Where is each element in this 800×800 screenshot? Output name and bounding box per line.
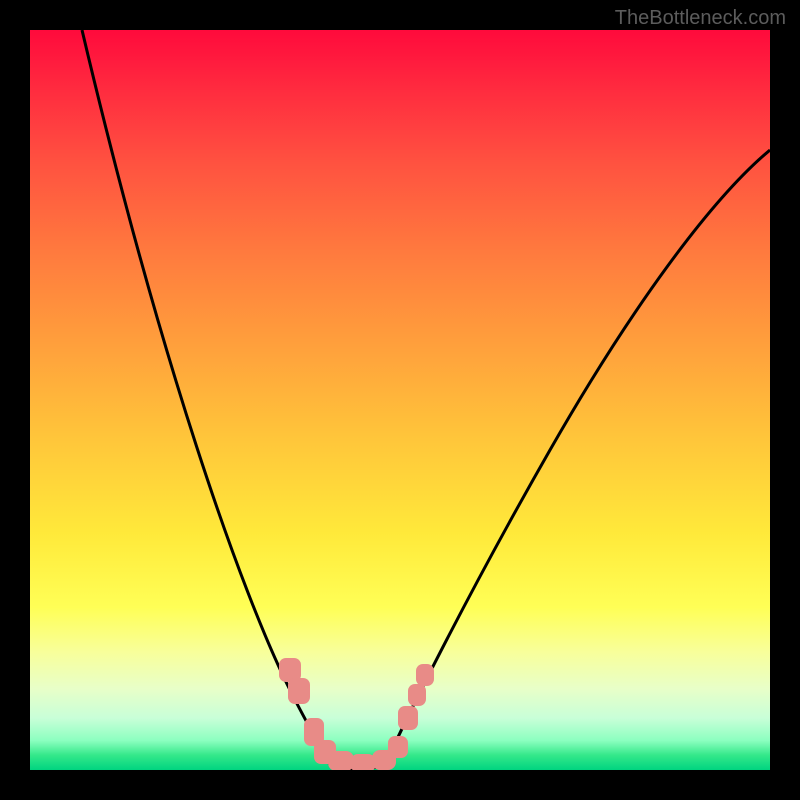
data-marker <box>388 736 408 758</box>
curve-svg <box>30 30 770 770</box>
chart-area <box>30 30 770 770</box>
data-marker <box>408 684 426 706</box>
data-marker <box>416 664 434 686</box>
watermark-text: TheBottleneck.com <box>615 7 786 30</box>
data-marker <box>398 706 418 730</box>
right-curve <box>385 150 770 765</box>
data-marker <box>288 678 310 704</box>
left-curve <box>82 30 330 765</box>
